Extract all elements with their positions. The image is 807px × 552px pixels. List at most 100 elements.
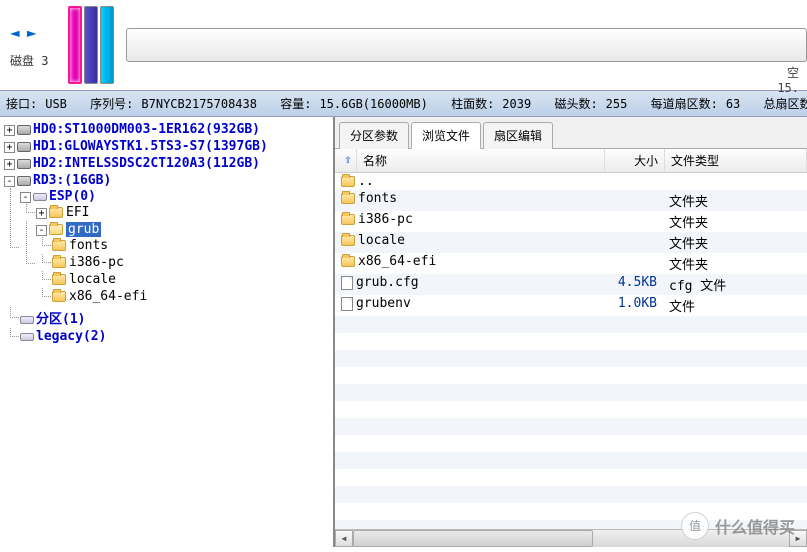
nav-back-icon[interactable]: ◄ xyxy=(10,23,20,42)
tabs-bar: 分区参数 浏览文件 扇区编辑 xyxy=(335,117,807,149)
collapse-icon[interactable]: - xyxy=(36,225,47,236)
nav-forward-icon[interactable]: ► xyxy=(27,23,37,42)
collapse-icon[interactable]: - xyxy=(4,176,15,187)
tree-grub-i386[interactable]: i386-pc xyxy=(52,254,331,271)
empty-row xyxy=(335,418,807,435)
expand-icon[interactable]: + xyxy=(4,159,15,170)
tree-grub[interactable]: -grub fonts i386-pc locale x86_64-efi xyxy=(36,221,331,306)
partition-icon xyxy=(20,333,34,341)
file-type xyxy=(665,174,807,189)
expand-icon[interactable]: + xyxy=(36,208,47,219)
empty-row xyxy=(335,435,807,452)
gauge-2-icon xyxy=(84,6,98,84)
scroll-left-icon[interactable]: ◂ xyxy=(335,530,353,547)
hdd-icon xyxy=(17,142,31,152)
disk-label: 磁盘 3 xyxy=(0,48,58,73)
folder-icon xyxy=(341,193,355,204)
empty-row xyxy=(335,486,807,503)
tree-efi[interactable]: +EFI xyxy=(36,204,331,221)
tree-esp[interactable]: -ESP(0) +EFI -grub fonts i386-pc locale … xyxy=(20,188,331,307)
partition-icon xyxy=(20,316,34,324)
usage-bar xyxy=(126,28,807,62)
up-arrow-icon[interactable]: ⇧ xyxy=(341,152,355,166)
file-name: locale xyxy=(358,233,405,248)
disk-gauges xyxy=(68,6,114,84)
file-type: 文件夹 xyxy=(665,233,807,252)
file-size xyxy=(605,174,665,189)
watermark: 值 什么值得买 xyxy=(681,512,795,540)
gauge-1-icon xyxy=(68,6,82,84)
empty-row xyxy=(335,367,807,384)
file-name: x86_64-efi xyxy=(358,254,436,269)
folder-icon xyxy=(341,235,355,246)
gauge-3-icon xyxy=(100,6,114,84)
file-row[interactable]: grub.cfg4.5KBcfg 文件 xyxy=(335,274,807,295)
tree-grub-fonts[interactable]: fonts xyxy=(52,237,331,254)
info-serial: 序列号:B7NYCB2175708438 xyxy=(90,97,265,111)
hdd-icon xyxy=(17,125,31,135)
file-size: 4.5KB xyxy=(605,275,665,294)
file-name: fonts xyxy=(358,191,397,206)
file-row[interactable]: fonts 文件夹 xyxy=(335,190,807,211)
tab-partition-params[interactable]: 分区参数 xyxy=(339,122,409,149)
file-row[interactable]: x86_64-efi 文件夹 xyxy=(335,253,807,274)
file-row[interactable]: i386-pc 文件夹 xyxy=(335,211,807,232)
folder-icon xyxy=(52,257,66,268)
col-size[interactable]: 大小 xyxy=(605,149,665,172)
tree-grub-x86[interactable]: x86_64-efi xyxy=(52,288,331,305)
file-type: 文件夹 xyxy=(665,191,807,210)
watermark-text: 什么值得买 xyxy=(715,514,795,538)
tree-grub-locale[interactable]: locale xyxy=(52,271,331,288)
file-row[interactable]: locale 文件夹 xyxy=(335,232,807,253)
nav-block: ◄ ► 磁盘 3 xyxy=(0,17,58,73)
tree-hd0[interactable]: +HD0:ST1000DM003-1ER162(932GB) xyxy=(4,121,331,138)
folder-icon xyxy=(52,274,66,285)
scroll-thumb[interactable] xyxy=(353,530,593,547)
file-icon xyxy=(341,297,353,311)
collapse-icon[interactable]: - xyxy=(20,192,31,203)
partition-icon xyxy=(33,193,47,201)
file-type: 文件 xyxy=(665,296,807,315)
file-name: i386-pc xyxy=(358,212,413,227)
file-type: 文件夹 xyxy=(665,254,807,273)
tree-rd3[interactable]: -RD3:(16GB) -ESP(0) +EFI -grub fonts i38… xyxy=(4,172,331,346)
tree-part1[interactable]: 分区(1) xyxy=(20,307,331,328)
expand-icon[interactable]: + xyxy=(4,125,15,136)
file-row[interactable]: grubenv1.0KB文件 xyxy=(335,295,807,316)
empty-row xyxy=(335,316,807,333)
folder-icon xyxy=(341,176,355,187)
info-total-sectors: 总扇区数:3 xyxy=(764,97,807,111)
watermark-badge-icon: 值 xyxy=(681,512,709,540)
file-name: grub.cfg xyxy=(356,275,419,290)
folder-open-icon xyxy=(49,224,63,235)
file-name: .. xyxy=(358,174,374,189)
col-type[interactable]: 文件类型 xyxy=(665,149,807,172)
folder-icon xyxy=(341,214,355,225)
col-name[interactable]: 名称 xyxy=(357,149,605,172)
file-size xyxy=(605,254,665,273)
file-type: 文件夹 xyxy=(665,212,807,231)
file-row[interactable]: .. xyxy=(335,173,807,190)
info-spt: 每道扇区数:63 xyxy=(651,97,749,111)
tree-legacy[interactable]: legacy(2) xyxy=(20,328,331,345)
tab-browse-files[interactable]: 浏览文件 xyxy=(411,122,481,149)
file-list[interactable]: .. fonts 文件夹 i386-pc 文件夹 locale 文件夹 x86_64-efi 文… xyxy=(335,173,807,529)
folder-icon xyxy=(341,256,355,267)
info-capacity: 容量:15.6GB(16000MB) xyxy=(280,97,436,111)
expand-icon[interactable]: + xyxy=(4,142,15,153)
hdd-icon xyxy=(17,159,31,169)
empty-row xyxy=(335,384,807,401)
info-cylinders: 柱面数:2039 xyxy=(451,97,539,111)
disk-tree-panel[interactable]: +HD0:ST1000DM003-1ER162(932GB) +HD1:GLOW… xyxy=(0,117,335,547)
empty-row xyxy=(335,469,807,486)
folder-icon xyxy=(52,291,66,302)
info-interface: 接口:USB xyxy=(6,97,75,111)
tree-hd1[interactable]: +HD1:GLOWAYSTK1.5TS3-S7(1397GB) xyxy=(4,138,331,155)
file-list-header: ⇧ 名称 大小 文件类型 xyxy=(335,149,807,173)
empty-row xyxy=(335,350,807,367)
file-size xyxy=(605,233,665,252)
tab-sector-edit[interactable]: 扇区编辑 xyxy=(483,122,553,149)
file-size xyxy=(605,191,665,210)
tree-hd2[interactable]: +HD2:INTELSSDSC2CT120A3(112GB) xyxy=(4,155,331,172)
file-size: 1.0KB xyxy=(605,296,665,315)
